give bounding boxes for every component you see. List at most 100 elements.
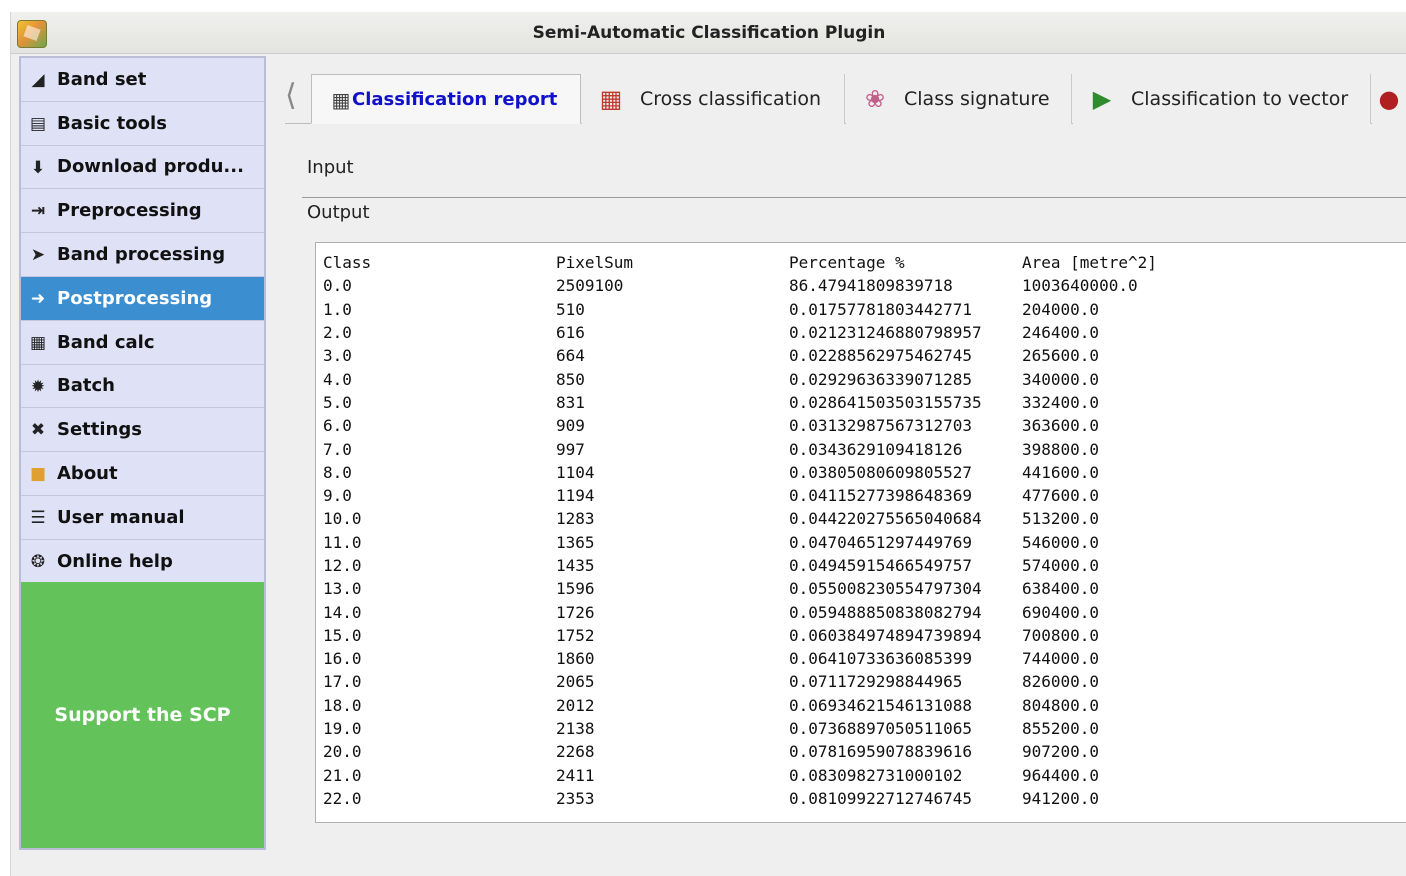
sidebar-item-basic-tools[interactable]: ▤ Basic tools <box>21 101 264 146</box>
table-row: 2.0 616 0.021231246880798957 246400.0 <box>323 321 1406 344</box>
table-cell: 1435 <box>556 556 595 575</box>
support-scp-button[interactable]: Support the SCP <box>21 582 264 848</box>
table-cell: 19.0 <box>323 719 362 739</box>
table-cell: 7.0 <box>323 439 352 459</box>
download-icon: ⬇ <box>30 157 46 178</box>
sidebar-item-settings[interactable]: ✖ Settings <box>21 408 264 453</box>
sidebar-item-postprocessing[interactable]: ➜ Postprocessing <box>21 276 264 321</box>
table-cell: 1.0 <box>323 299 352 319</box>
table-cell: 1194 <box>556 486 595 506</box>
tab-label: Classification report <box>352 88 558 110</box>
table-cell: 17.0 <box>323 672 362 692</box>
tab-next-partial[interactable]: ● <box>1372 74 1399 124</box>
tab-classification-report[interactable]: ▦ Classification report <box>311 74 581 124</box>
title-bar[interactable]: Semi-Automatic Classification Plugin <box>11 12 1406 54</box>
table-cell: 6.0 <box>323 416 352 436</box>
table-cell: 15.0 <box>323 625 362 645</box>
sidebar-item-label: Download produ... <box>57 156 244 178</box>
table-cell: 1596 <box>556 579 595 599</box>
sidebar-item-label: Basic tools <box>57 112 167 134</box>
tab-classification-to-vector[interactable]: ▶ Classification to vector <box>1073 74 1371 124</box>
table-row: 1.0 510 0.01757781803442771 204000.0 <box>323 298 1406 321</box>
sidebar-item-download-products[interactable]: ⬇ Download produ... <box>21 145 264 190</box>
table-cell: 265600.0 <box>1022 346 1100 366</box>
tab-scroll-left-icon[interactable]: ⟨ <box>285 74 297 122</box>
sidebar-item-band-set[interactable]: ◢ Band set <box>21 58 264 102</box>
vector-icon: ▶ <box>1092 85 1112 113</box>
table-cell: 1104 <box>556 462 595 482</box>
table-cell: 616 <box>556 323 585 343</box>
sidebar-item-band-processing[interactable]: ➤ Band processing <box>21 233 264 277</box>
table-cell: 12.0 <box>323 556 362 575</box>
sidebar-item-preprocessing[interactable]: ⇥ Preprocessing <box>21 189 264 234</box>
table-cell: 690400.0 <box>1022 602 1100 622</box>
table-cell: 0.0830982731000102 <box>789 765 963 785</box>
tab-bar: ⟨ ▦ Classification report ▦ Cross classi… <box>285 68 1399 124</box>
window-title: Semi-Automatic Classification Plugin <box>532 23 886 43</box>
table-row: 5.0 831 0.028641503503155735 332400.0 <box>323 391 1406 414</box>
table-cell: 997 <box>556 439 585 459</box>
tab-class-signature[interactable]: ❀ Class signature <box>846 74 1072 124</box>
tab-label: Cross classification <box>640 88 822 110</box>
sidebar-item-label: User manual <box>57 506 185 528</box>
tab-cross-classification[interactable]: ▦ Cross classification <box>582 74 845 124</box>
report-header-row: Class PixelSum Percentage % Area [metre^… <box>323 251 1406 274</box>
table-cell: 0.059488850838082794 <box>789 602 982 622</box>
output-section-label[interactable]: Output <box>307 202 370 223</box>
sidebar-item-label: Settings <box>57 419 142 441</box>
table-cell: 332400.0 <box>1022 392 1100 412</box>
table-cell: 2138 <box>556 719 595 739</box>
classification-report-text[interactable]: Class PixelSum Percentage % Area [metre^… <box>315 242 1406 823</box>
table-cell: 86.47941809839718 <box>789 276 953 296</box>
table-cell: 10.0 <box>323 509 362 529</box>
table-cell: 909 <box>556 416 585 436</box>
table-cell: 0.02929636339071285 <box>789 369 973 389</box>
next-tab-icon: ● <box>1378 85 1400 113</box>
sidebar: ◢ Band set ▤ Basic tools ⬇ Download prod… <box>19 56 266 850</box>
tab-label: Class signature <box>904 88 1050 110</box>
table-cell: 5.0 <box>323 392 352 412</box>
table-cell: 204000.0 <box>1022 299 1100 319</box>
sidebar-item-label: Online help <box>57 550 173 572</box>
band-processing-icon: ➤ <box>30 245 46 266</box>
sidebar-item-label: Band calc <box>57 331 155 353</box>
table-cell: 1860 <box>556 649 595 669</box>
table-row: 21.0 2411 0.0830982731000102 964400.0 <box>323 764 1406 787</box>
table-cell: 0.0 <box>323 276 352 296</box>
table-cell: 0.03805080609805527 <box>789 462 973 482</box>
sidebar-item-label: Batch <box>57 375 115 397</box>
sidebar-item-band-calc[interactable]: ▦ Band calc <box>21 320 264 365</box>
table-cell: 804800.0 <box>1022 695 1100 715</box>
table-cell: 18.0 <box>323 695 362 715</box>
table-cell: 13.0 <box>323 579 362 599</box>
table-cell: 22.0 <box>323 788 362 808</box>
table-cell: 9.0 <box>323 486 352 506</box>
sidebar-item-about[interactable]: ■ About <box>21 452 264 496</box>
sidebar-item-online-help[interactable]: ❂ Online help <box>21 539 264 584</box>
band-set-icon: ◢ <box>31 70 45 90</box>
sidebar-item-user-manual[interactable]: ☰ User manual <box>21 495 264 540</box>
sidebar-item-batch[interactable]: ✹ Batch <box>21 364 264 409</box>
table-row: 12.0 1435 0.04945915466549757 574000.0 <box>323 554 1406 577</box>
table-row: 20.0 2268 0.07816959078839616 907200.0 <box>323 740 1406 763</box>
table-row: 22.0 2353 0.08109922712746745 941200.0 <box>323 787 1406 810</box>
table-cell: 2065 <box>556 672 595 692</box>
table-cell: 441600.0 <box>1022 462 1100 482</box>
table-cell: 510 <box>556 299 585 319</box>
table-cell: 0.01757781803442771 <box>789 299 973 319</box>
table-row: 8.0 1104 0.03805080609805527 441600.0 <box>323 461 1406 484</box>
table-row: 17.0 2065 0.0711729298844965 826000.0 <box>323 670 1406 693</box>
table-cell: 2411 <box>556 765 595 785</box>
table-cell: 907200.0 <box>1022 742 1100 762</box>
help-icon: ❂ <box>30 551 46 572</box>
table-cell: 0.021231246880798957 <box>789 323 982 343</box>
table-cell: 831 <box>556 392 585 412</box>
input-section-label[interactable]: Input <box>307 157 354 178</box>
header-area: Area [metre^2] <box>1022 253 1157 273</box>
table-cell: 16.0 <box>323 649 362 669</box>
postprocessing-icon: ➜ <box>30 288 46 309</box>
settings-icon: ✖ <box>30 420 46 441</box>
table-cell: 638400.0 <box>1022 579 1100 599</box>
table-cell: 0.06410733636085399 <box>789 649 973 669</box>
table-cell: 0.03132987567312703 <box>789 416 973 436</box>
